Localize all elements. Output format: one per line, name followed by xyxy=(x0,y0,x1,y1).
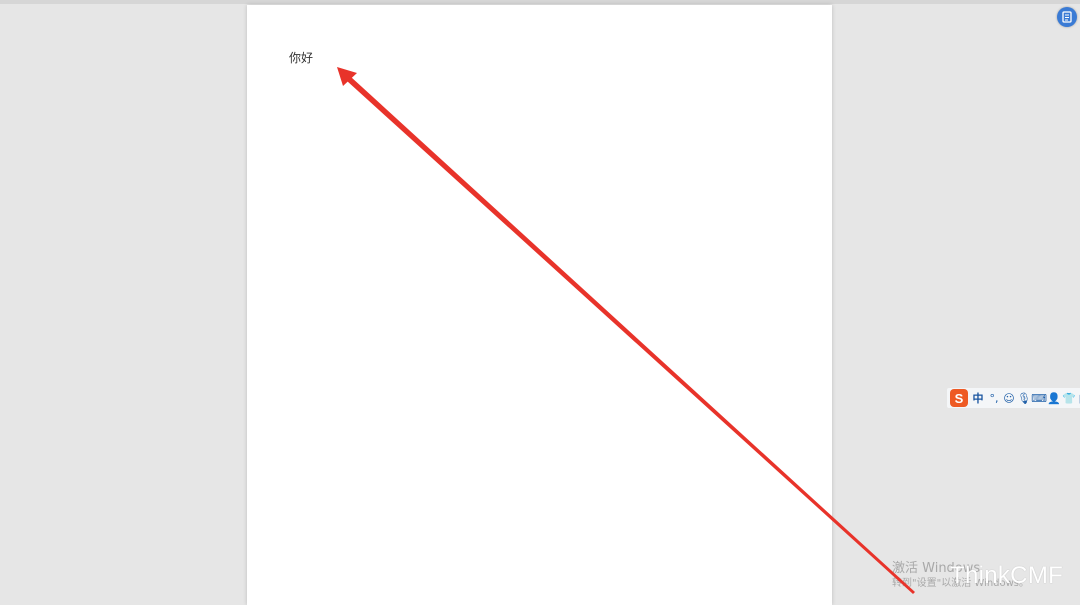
annotation-arrow xyxy=(337,67,915,594)
arrow-shaft xyxy=(347,77,915,594)
